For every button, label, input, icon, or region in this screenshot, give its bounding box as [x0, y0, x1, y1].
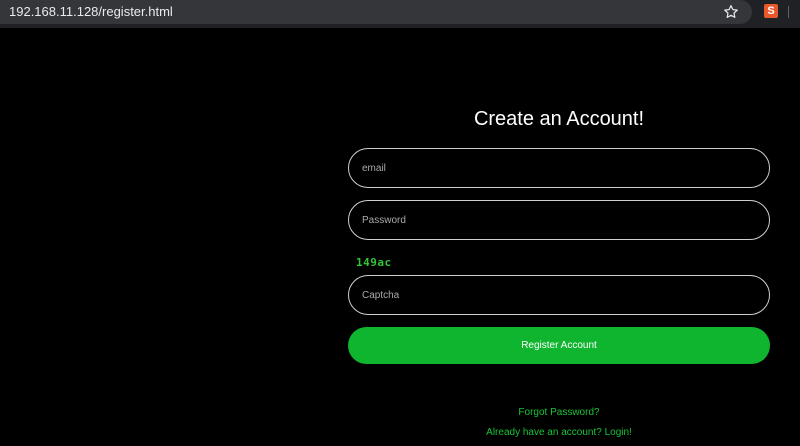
browser-toolbar: 192.168.11.128/register.html S [0, 0, 800, 28]
page-title: Create an Account! [473, 108, 645, 130]
captcha-input[interactable] [348, 275, 770, 315]
bookmark-star-icon[interactable] [722, 3, 740, 21]
extension-icon[interactable]: S [764, 4, 778, 18]
register-account-button[interactable]: Register Account [348, 327, 770, 364]
register-page: Create an Account! 149ac Register Accoun… [0, 28, 800, 446]
captcha-code: 149ac [356, 256, 392, 269]
url-text[interactable]: 192.168.11.128/register.html [9, 4, 173, 20]
toolbar-divider [788, 6, 789, 18]
forgot-password-link[interactable]: Forgot Password? [348, 407, 770, 418]
login-link[interactable]: Already have an account? Login! [348, 427, 770, 438]
email-input[interactable] [348, 148, 770, 188]
password-input[interactable] [348, 200, 770, 240]
address-bar[interactable]: 192.168.11.128/register.html [0, 0, 752, 24]
